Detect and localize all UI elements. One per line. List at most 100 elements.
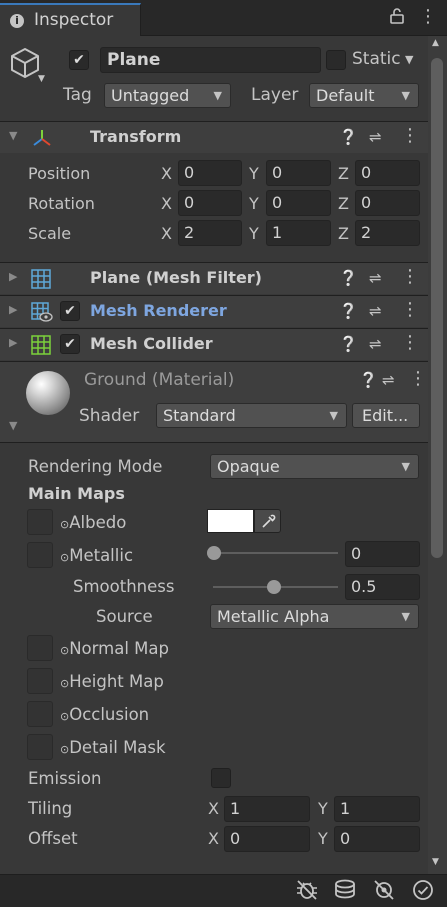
mesh-collider-enabled-checkbox[interactable]: ✔ [60, 334, 80, 354]
target-icon[interactable]: ⊙ [60, 710, 69, 723]
axis-y-label: Y [318, 799, 328, 818]
albedo-color-swatch[interactable] [207, 509, 254, 533]
scale-y-field[interactable]: 1 [266, 220, 331, 246]
layer-value: Default [316, 86, 375, 105]
transform-header[interactable]: ▼ Transform ❔ ⇌ ⋮ [0, 121, 428, 153]
mesh-filter-header[interactable]: ▶ Plane (Mesh Filter) ❔ ⇌ ⋮ [0, 262, 428, 294]
chevron-down-icon: ▼ [401, 89, 410, 102]
target-icon[interactable]: ⊙ [60, 551, 69, 564]
scroll-up-arrow-icon[interactable]: ▲ [432, 38, 439, 48]
mesh-renderer-header[interactable]: ▶ ✔ Mesh Renderer ❔ ⇌ ⋮ [0, 295, 428, 327]
eyedropper-button[interactable] [254, 509, 281, 533]
metallic-slider-track[interactable] [213, 552, 338, 554]
lock-icon[interactable] [390, 8, 404, 28]
object-name-field[interactable]: Plane [100, 47, 321, 73]
context-menu-icon[interactable]: ⋮ [401, 125, 419, 146]
chevron-down-icon: ▼ [329, 409, 338, 422]
target-icon[interactable]: ⊙ [60, 743, 69, 756]
foldout-expanded-icon[interactable]: ▼ [9, 129, 17, 142]
metallic-value-field[interactable]: 0 [345, 541, 420, 567]
debug-bug-icon[interactable] [295, 879, 319, 905]
preset-icon[interactable]: ⇌ [369, 302, 382, 320]
help-icon[interactable]: ❔ [339, 128, 358, 146]
tab-inspector[interactable]: i Inspector [0, 3, 141, 36]
active-checkbox[interactable]: ✔ [69, 50, 89, 70]
position-label: Position [28, 164, 91, 183]
smoothness-slider-handle[interactable] [267, 580, 281, 594]
preset-icon[interactable]: ⇌ [369, 269, 382, 287]
icon-dropdown-arrow-icon[interactable]: ▼ [38, 74, 45, 84]
height-map-texture-slot[interactable] [27, 668, 53, 694]
gameobject-cube-icon [8, 46, 42, 84]
scrollbar-thumb[interactable] [431, 58, 443, 558]
help-icon[interactable]: ❔ [339, 335, 358, 353]
main-maps-heading: Main Maps [28, 484, 125, 503]
context-menu-icon[interactable]: ⋮ [401, 266, 419, 287]
tiling-x-field[interactable]: 1 [224, 796, 310, 822]
help-icon[interactable]: ❔ [359, 371, 378, 389]
tag-dropdown[interactable]: Untagged ▼ [104, 83, 231, 108]
help-icon[interactable]: ❔ [339, 269, 358, 287]
source-dropdown[interactable]: Metallic Alpha ▼ [210, 604, 419, 629]
mesh-renderer-title: Mesh Renderer [90, 301, 227, 320]
foldout-collapsed-icon[interactable]: ▶ [9, 336, 17, 349]
context-menu-icon[interactable]: ⋮ [401, 332, 419, 353]
scroll-down-arrow-icon[interactable]: ▼ [432, 857, 439, 867]
metallic-slider-handle[interactable] [207, 546, 221, 560]
foldout-collapsed-icon[interactable]: ▶ [9, 270, 17, 283]
rendering-mode-dropdown[interactable]: Opaque ▼ [210, 454, 419, 479]
edit-shader-button[interactable]: Edit... [352, 403, 420, 428]
more-options-icon[interactable]: ⋮ [419, 6, 437, 27]
scale-x-field[interactable]: 2 [178, 220, 242, 246]
albedo-texture-slot[interactable] [27, 509, 53, 535]
preset-icon[interactable]: ⇌ [382, 371, 395, 389]
layers-icon[interactable] [333, 879, 357, 905]
position-y-field[interactable]: 0 [266, 160, 331, 186]
shader-dropdown[interactable]: Standard ▼ [156, 403, 347, 428]
static-checkbox[interactable] [326, 50, 346, 70]
eyedropper-icon [262, 514, 276, 528]
rotation-z-field[interactable]: 0 [355, 190, 420, 216]
foldout-expanded-icon[interactable]: ▼ [9, 419, 17, 432]
rotation-y-field[interactable]: 0 [266, 190, 331, 216]
emission-checkbox[interactable] [211, 768, 231, 788]
detail-mask-texture-slot[interactable] [27, 734, 53, 760]
scale-z-field[interactable]: 2 [355, 220, 420, 246]
preset-icon[interactable]: ⇌ [369, 335, 382, 353]
target-icon[interactable]: ⊙ [60, 518, 69, 531]
context-menu-icon[interactable]: ⋮ [401, 299, 419, 320]
chevron-down-icon: ▼ [401, 460, 410, 473]
help-icon[interactable]: ❔ [339, 302, 358, 320]
target-icon[interactable]: ⊙ [60, 677, 69, 690]
normal-map-row: ⊙Normal Map [60, 639, 169, 658]
context-menu-icon[interactable]: ⋮ [409, 368, 427, 389]
rotation-x-field[interactable]: 0 [178, 190, 242, 216]
offset-y-field[interactable]: 0 [334, 826, 420, 852]
transform-title: Transform [90, 127, 182, 146]
smoothness-value-field[interactable]: 0.5 [345, 574, 420, 600]
checkmark-circle-icon[interactable] [412, 879, 434, 905]
layer-dropdown[interactable]: Default ▼ [309, 83, 419, 108]
shader-value: Standard [163, 406, 236, 425]
target-icon[interactable]: ⊙ [60, 644, 69, 657]
material-header[interactable]: ▼ Ground (Material) ❔ ⇌ ⋮ Shader Standar… [0, 361, 428, 443]
mesh-collider-header[interactable]: ▶ ✔ Mesh Collider ❔ ⇌ ⋮ [0, 328, 428, 360]
hidden-settings-icon[interactable] [372, 879, 396, 905]
layer-label: Layer [251, 85, 299, 105]
material-title: Ground (Material) [84, 370, 235, 390]
offset-x-field[interactable]: 0 [224, 826, 310, 852]
mesh-renderer-enabled-checkbox[interactable]: ✔ [60, 301, 80, 321]
static-dropdown-arrow-icon[interactable]: ▼ [405, 53, 413, 66]
metallic-label: Metallic [69, 546, 134, 565]
axis-x-label: X [208, 829, 219, 848]
position-z-field[interactable]: 0 [355, 160, 420, 186]
preset-icon[interactable]: ⇌ [369, 128, 382, 146]
tiling-y-field[interactable]: 1 [334, 796, 420, 822]
occlusion-texture-slot[interactable] [27, 701, 53, 727]
position-x-field[interactable]: 0 [178, 160, 242, 186]
static-label[interactable]: Static [352, 49, 401, 69]
foldout-collapsed-icon[interactable]: ▶ [9, 303, 17, 316]
metallic-texture-slot[interactable] [27, 542, 53, 568]
normal-map-texture-slot[interactable] [27, 635, 53, 661]
transform-axes-icon [31, 128, 53, 152]
